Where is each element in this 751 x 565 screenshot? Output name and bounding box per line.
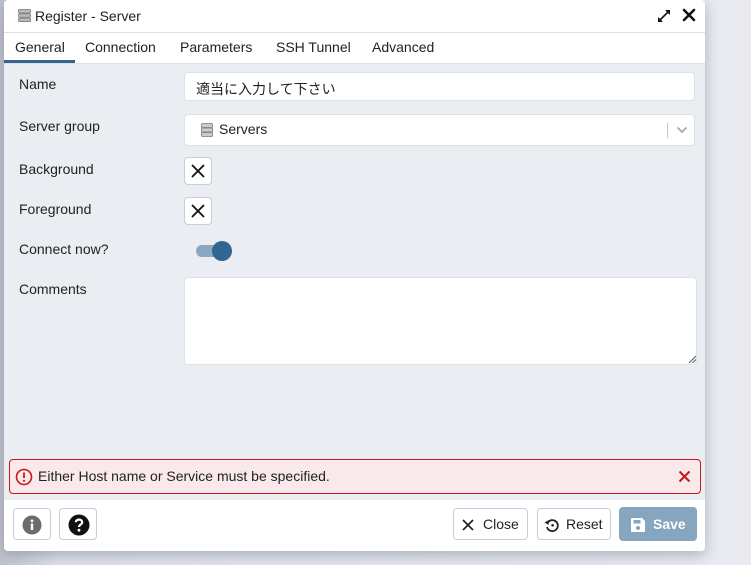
reset-label: Reset [566, 516, 603, 532]
reset-icon [544, 519, 559, 533]
foreground-label: Foreground [19, 201, 92, 217]
comments-textarea[interactable] [184, 277, 697, 365]
dialog-footer: Close Reset Save [4, 500, 705, 551]
name-label: Name [19, 76, 57, 92]
server-group-value: Servers [219, 121, 268, 137]
foreground-color-picker[interactable] [184, 197, 212, 225]
help-button[interactable] [59, 508, 97, 540]
select-separator [667, 123, 668, 138]
connect-now-label: Connect now? [19, 241, 109, 257]
server-group-select[interactable]: Servers [184, 114, 695, 146]
dialog-title: Register - Server [35, 8, 141, 24]
dismiss-alert-icon[interactable] [678, 470, 691, 483]
background-color-picker[interactable] [184, 157, 212, 185]
register-server-dialog: Register - Server General Connection Par… [4, 0, 705, 551]
tab-ssh-tunnel[interactable]: SSH Tunnel [276, 39, 351, 55]
dialog-titlebar[interactable]: Register - Server [4, 0, 705, 33]
toggle-knob [212, 241, 232, 261]
close-icon[interactable] [682, 8, 696, 22]
close-button[interactable]: Close [453, 508, 528, 540]
tab-general[interactable]: General [15, 39, 65, 55]
save-label: Save [653, 516, 686, 532]
resize-handle-icon[interactable] [688, 355, 696, 363]
info-button[interactable] [13, 508, 51, 540]
connect-now-toggle[interactable] [196, 240, 234, 262]
error-icon [15, 468, 33, 486]
save-button[interactable]: Save [619, 507, 697, 541]
save-icon [631, 518, 645, 532]
comments-label: Comments [19, 281, 87, 297]
close-icon [462, 519, 474, 531]
chevron-down-icon[interactable] [676, 124, 688, 136]
error-message: Either Host name or Service must be spec… [38, 468, 330, 484]
name-input[interactable]: 適当に入力して下さい [184, 72, 695, 101]
background-label: Background [19, 161, 94, 177]
clear-color-icon [191, 204, 205, 218]
active-tab-indicator [4, 60, 75, 63]
clear-color-icon [191, 164, 205, 178]
tab-advanced[interactable]: Advanced [372, 39, 434, 55]
server-group-icon [201, 123, 213, 137]
expand-icon[interactable] [657, 9, 671, 23]
server-group-label: Server group [19, 118, 100, 134]
error-alert: Either Host name or Service must be spec… [9, 459, 701, 494]
server-icon [18, 9, 31, 22]
tab-bar: General Connection Parameters SSH Tunnel… [4, 33, 705, 64]
tab-parameters[interactable]: Parameters [180, 39, 252, 55]
close-label: Close [483, 516, 519, 532]
info-icon [22, 515, 42, 535]
help-icon [68, 514, 90, 536]
reset-button[interactable]: Reset [537, 508, 611, 540]
tab-connection[interactable]: Connection [85, 39, 156, 55]
